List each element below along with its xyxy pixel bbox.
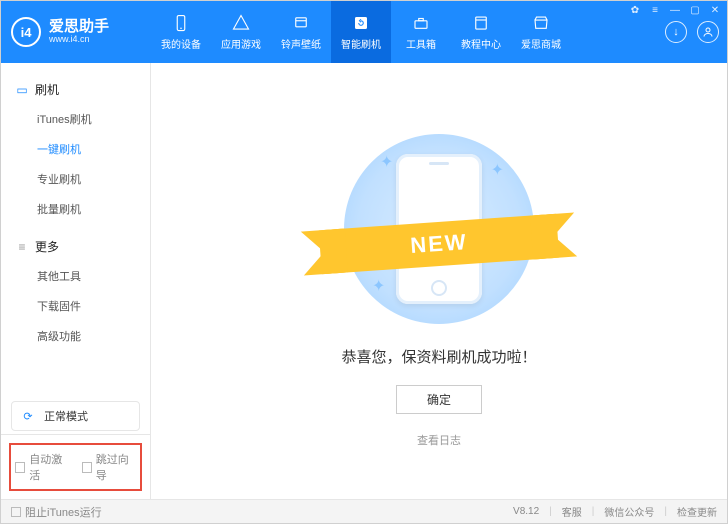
main-navbar: 我的设备 应用游戏 铃声壁纸 智能刷机 工具箱 教程中心	[151, 1, 657, 63]
sidebar-footer: 自动激活 跳过向导	[1, 434, 150, 499]
refresh-circle-icon: ⟳	[20, 408, 36, 424]
book-icon	[472, 14, 490, 32]
skip-wizard-checkbox[interactable]: 跳过向导	[82, 451, 137, 483]
ribbon-text: NEW	[409, 229, 468, 259]
sidebar-item-othertools[interactable]: 其他工具	[1, 261, 150, 291]
maximize-icon[interactable]: ▢	[688, 3, 702, 17]
nav-label: 教程中心	[461, 36, 501, 51]
sparkle-icon: ✦	[491, 160, 504, 180]
content-body: ▭ 刷机 iTunes刷机 一键刷机 专业刷机 批量刷机 ≡ 更多	[1, 63, 727, 499]
sidebar-head-label: 更多	[35, 238, 59, 255]
brand[interactable]: i4 爱思助手 www.i4.cn	[1, 1, 151, 63]
skip-wizard-label: 跳过向导	[96, 451, 136, 483]
check-update-link[interactable]: 检查更新	[677, 504, 717, 519]
sidebar-item-oneclick[interactable]: 一键刷机	[1, 134, 150, 164]
sidebar-section-more: ≡ 更多 其他工具 下载固件 高级功能	[1, 228, 150, 355]
support-link[interactable]: 客服	[562, 504, 582, 519]
auto-activate-checkbox[interactable]: 自动激活	[15, 451, 70, 483]
wechat-link[interactable]: 微信公众号	[604, 504, 654, 519]
sidebar-head-label: 刷机	[35, 81, 59, 98]
success-illustration: ✦ ✦ ✦ NEW	[344, 134, 534, 324]
new-ribbon: NEW	[319, 214, 559, 274]
sidebar-footer-highlight: 自动激活 跳过向导	[9, 443, 142, 491]
sidebar-item-pro[interactable]: 专业刷机	[1, 164, 150, 194]
nav-ringtone[interactable]: 铃声壁纸	[271, 1, 331, 63]
brand-logo-icon: i4	[11, 17, 41, 47]
nav-label: 工具箱	[406, 36, 436, 51]
user-icon[interactable]	[697, 21, 719, 43]
checkbox-icon	[11, 507, 21, 517]
nav-label: 应用游戏	[221, 36, 261, 51]
minimize-icon[interactable]: —	[668, 3, 682, 17]
nav-apps[interactable]: 应用游戏	[211, 1, 271, 63]
close-icon[interactable]: ✕	[708, 3, 722, 17]
nav-tutorials[interactable]: 教程中心	[451, 1, 511, 63]
skin-icon[interactable]: ✿	[628, 3, 642, 17]
mode-box[interactable]: ⟳ 正常模式	[11, 401, 140, 431]
nav-flash[interactable]: 智能刷机	[331, 1, 391, 63]
checkbox-icon	[15, 462, 25, 473]
sidebar-item-itunes[interactable]: iTunes刷机	[1, 104, 150, 134]
separator: |	[592, 506, 595, 517]
music-note-icon	[292, 14, 310, 32]
block-itunes-label: 阻止iTunes运行	[25, 504, 102, 520]
toolbox-icon	[412, 14, 430, 32]
brand-name: 爱思助手	[49, 19, 109, 36]
sparkle-icon: ✦	[380, 152, 393, 172]
sidebar-section-flash: ▭ 刷机 iTunes刷机 一键刷机 专业刷机 批量刷机	[1, 71, 150, 228]
success-message: 恭喜您，保资料刷机成功啦！	[341, 346, 536, 367]
header-bar: i4 爱思助手 www.i4.cn 我的设备 应用游戏 铃声壁纸 智能刷机	[1, 1, 727, 63]
download-icon[interactable]: ↓	[665, 21, 687, 43]
nav-device[interactable]: 我的设备	[151, 1, 211, 63]
mode-label: 正常模式	[44, 408, 88, 424]
version-label: V8.12	[513, 506, 539, 517]
sidebar-item-batch[interactable]: 批量刷机	[1, 194, 150, 224]
window-controls: ✿ ≡ — ▢ ✕	[624, 0, 726, 20]
apps-icon	[232, 14, 250, 32]
phone-outline-icon: ▭	[15, 83, 29, 97]
app-window: i4 爱思助手 www.i4.cn 我的设备 应用游戏 铃声壁纸 智能刷机	[0, 0, 728, 524]
sidebar: ▭ 刷机 iTunes刷机 一键刷机 专业刷机 批量刷机 ≡ 更多	[1, 63, 151, 499]
separator: |	[664, 506, 667, 517]
separator: |	[549, 506, 552, 517]
refresh-icon	[352, 14, 370, 32]
sidebar-item-firmware[interactable]: 下载固件	[1, 291, 150, 321]
nav-label: 智能刷机	[341, 36, 381, 51]
sidebar-head-flash[interactable]: ▭ 刷机	[1, 75, 150, 104]
shop-icon	[532, 14, 550, 32]
sidebar-item-advanced[interactable]: 高级功能	[1, 321, 150, 351]
nav-label: 爱思商城	[521, 36, 561, 51]
auto-activate-label: 自动激活	[29, 451, 69, 483]
status-bar: 阻止iTunes运行 V8.12 | 客服 | 微信公众号 | 检查更新	[1, 499, 727, 523]
nav-tools[interactable]: 工具箱	[391, 1, 451, 63]
checkbox-icon	[82, 462, 92, 473]
brand-url: www.i4.cn	[49, 35, 109, 45]
nav-label: 我的设备	[161, 36, 201, 51]
menu-lines-icon: ≡	[15, 240, 29, 254]
sparkle-icon: ✦	[372, 276, 385, 296]
block-itunes-checkbox[interactable]: 阻止iTunes运行	[11, 504, 102, 520]
sidebar-head-more[interactable]: ≡ 更多	[1, 232, 150, 261]
menu-icon[interactable]: ≡	[648, 3, 662, 17]
ok-button[interactable]: 确定	[396, 385, 482, 414]
nav-mall[interactable]: 爱思商城	[511, 1, 571, 63]
main-panel: ✦ ✦ ✦ NEW 恭喜您，保资料刷机成功啦！ 确定 查看日志	[151, 63, 727, 499]
view-log-link[interactable]: 查看日志	[417, 432, 461, 448]
nav-label: 铃声壁纸	[281, 36, 321, 51]
phone-icon	[172, 14, 190, 32]
